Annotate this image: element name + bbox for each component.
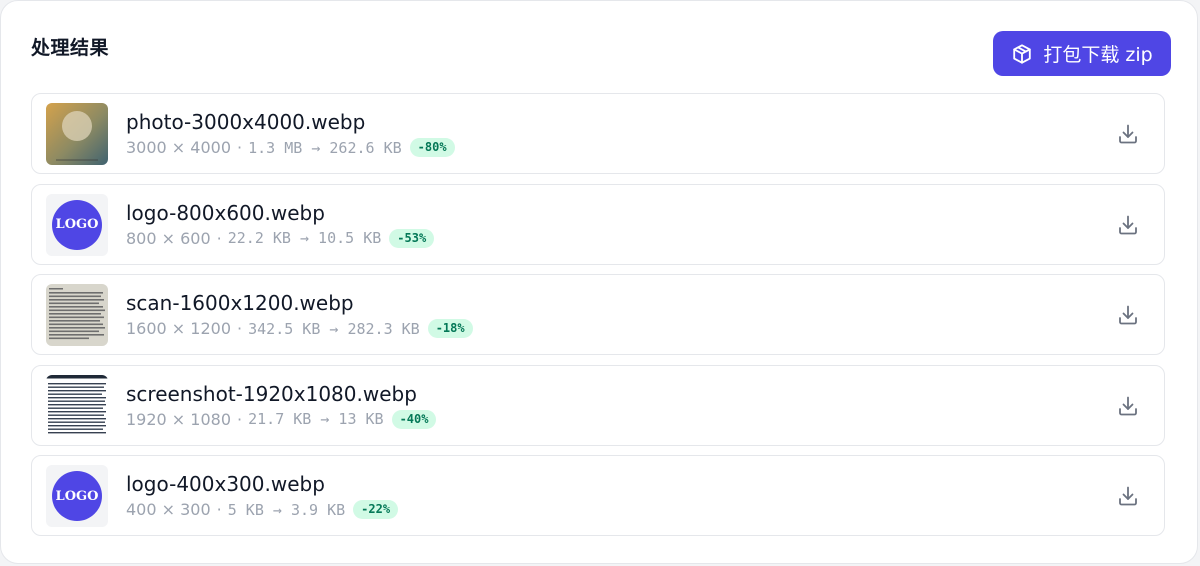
download-icon: [1116, 215, 1140, 240]
meta-separator: ·: [237, 138, 243, 157]
file-sizes: 5 KB → 3.9 KB: [227, 500, 346, 519]
download-icon: [1116, 124, 1140, 149]
file-row: screenshot-1920x1080.webp 1920 × 1080 · …: [31, 364, 1165, 446]
meta-separator: ·: [237, 409, 243, 429]
file-dimensions: 3000 × 4000: [126, 138, 232, 157]
file-meta: 3000 × 4000 · 1.3 MB → 262.6 KB -80%: [126, 138, 455, 157]
download-icon: [1116, 486, 1140, 511]
file-sizes: 22.2 KB → 10.5 KB: [227, 229, 382, 247]
photo-thumbnail: [46, 103, 108, 165]
file-sizes: 21.7 KB → 13 KB: [248, 410, 384, 428]
reduction-badge: -18%: [427, 319, 473, 338]
logo-thumbnail: LOGO: [46, 465, 108, 527]
file-meta: 1600 × 1200 · 342.5 KB → 282.3 KB -18%: [126, 319, 473, 338]
reduction-badge: -53%: [389, 228, 435, 248]
file-list: photo-3000x4000.webp 3000 × 4000 · 1.3 M…: [31, 93, 1165, 546]
file-name: scan-1600x1200.webp: [126, 291, 354, 315]
reduction-badge: -22%: [353, 500, 399, 519]
meta-separator: ·: [216, 500, 222, 519]
file-meta: 400 × 300 · 5 KB → 3.9 KB -22%: [126, 500, 399, 519]
file-row: LOGO logo-400x300.webp 400 × 300 · 5 KB …: [31, 455, 1165, 536]
download-zip-button[interactable]: 打包下载 zip: [993, 31, 1171, 76]
screenshot-thumbnail: [46, 374, 108, 437]
panel-title: 处理结果: [31, 37, 110, 59]
file-dimensions: 1600 × 1200: [126, 319, 232, 338]
logo-text: LOGO: [52, 471, 102, 521]
reduction-badge: -40%: [391, 409, 437, 429]
file-dimensions: 400 × 300: [126, 500, 211, 519]
meta-separator: ·: [237, 319, 243, 338]
download-button[interactable]: [1116, 484, 1140, 508]
file-meta: 800 × 600 · 22.2 KB → 10.5 KB -53%: [126, 228, 435, 248]
file-dimensions: 800 × 600: [126, 228, 211, 248]
file-row: scan-1600x1200.webp 1600 × 1200 · 342.5 …: [31, 274, 1165, 355]
file-sizes: 342.5 KB → 282.3 KB: [248, 319, 420, 338]
file-name: logo-800x600.webp: [126, 200, 325, 225]
results-panel: 处理结果 打包下载 zip photo-3000x4000.webp 3000 …: [0, 0, 1198, 564]
file-name: screenshot-1920x1080.webp: [126, 381, 417, 406]
file-name: photo-3000x4000.webp: [126, 110, 366, 134]
download-button[interactable]: [1116, 394, 1140, 418]
package-icon: [1011, 43, 1033, 65]
download-zip-label: 打包下载 zip: [1043, 44, 1153, 66]
download-button[interactable]: [1116, 303, 1140, 327]
file-meta: 1920 × 1080 · 21.7 KB → 13 KB -40%: [126, 409, 437, 429]
file-name: logo-400x300.webp: [126, 472, 325, 496]
meta-separator: ·: [216, 228, 222, 248]
file-dimensions: 1920 × 1080: [126, 409, 232, 429]
file-row: photo-3000x4000.webp 3000 × 4000 · 1.3 M…: [31, 93, 1165, 174]
file-sizes: 1.3 MB → 262.6 KB: [248, 138, 402, 157]
logo-text: LOGO: [52, 199, 102, 250]
logo-thumbnail: LOGO: [46, 193, 108, 256]
reduction-badge: -80%: [409, 138, 455, 157]
download-icon: [1116, 305, 1140, 330]
download-icon: [1116, 396, 1140, 421]
file-row: LOGO logo-800x600.webp 800 × 600 · 22.2 …: [31, 183, 1165, 265]
scan-thumbnail: [46, 284, 108, 346]
download-button[interactable]: [1116, 122, 1140, 146]
download-button[interactable]: [1116, 213, 1140, 237]
